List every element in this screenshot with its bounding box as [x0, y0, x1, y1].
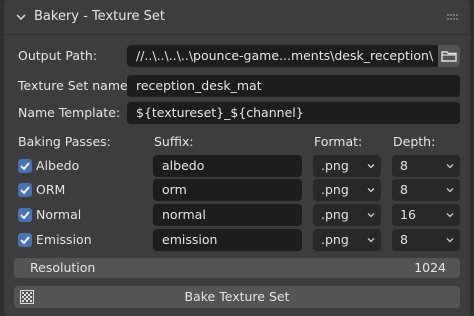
suffix-header: Suffix:: [154, 134, 194, 149]
normal-format-select[interactable]: .png: [313, 204, 381, 226]
normal-format-value: .png: [321, 207, 349, 222]
normal-checkbox[interactable]: [18, 208, 32, 222]
orm-format-value: .png: [321, 182, 349, 197]
albedo-depth-value: 8: [400, 158, 408, 173]
chevron-down-icon[interactable]: [14, 10, 28, 24]
orm-depth-select[interactable]: 8: [392, 179, 460, 201]
format-header: Format:: [314, 134, 363, 149]
name-template-input[interactable]: ${textureset}_${channel}: [127, 102, 460, 124]
output-path-label: Output Path:: [18, 48, 98, 63]
chevron-down-icon: [446, 213, 454, 218]
folder-icon: [441, 51, 457, 62]
texture-set-name-input[interactable]: reception_desk_mat: [127, 75, 460, 97]
chevron-down-icon: [446, 164, 454, 169]
emission-depth-select[interactable]: 8: [392, 229, 460, 251]
bake-button-label: Bake Texture Set: [184, 289, 290, 304]
chevron-down-icon: [367, 164, 375, 169]
output-path-input[interactable]: //..\..\..\..\pounce-game...ments\desk_r…: [127, 45, 438, 67]
orm-checkbox[interactable]: [18, 183, 32, 197]
normal-suffix-input[interactable]: normal: [153, 204, 302, 226]
albedo-format-select[interactable]: .png: [313, 155, 381, 177]
emission-format-value: .png: [321, 232, 349, 247]
browse-folder-button[interactable]: [438, 45, 460, 67]
albedo-label: Albedo: [36, 158, 80, 173]
orm-format-select[interactable]: .png: [313, 179, 381, 201]
baking-passes-header: Baking Passes:: [18, 134, 111, 149]
name-template-label: Name Template:: [18, 105, 121, 120]
normal-depth-select[interactable]: 16: [392, 204, 460, 226]
resolution-label: Resolution: [30, 260, 96, 275]
chevron-down-icon: [367, 238, 375, 243]
chevron-down-icon: [446, 238, 454, 243]
resolution-field[interactable]: Resolution 1024: [14, 258, 460, 278]
orm-suffix-input[interactable]: orm: [153, 179, 302, 201]
orm-label: ORM: [36, 182, 66, 197]
emission-suffix-input[interactable]: emission: [153, 229, 302, 251]
checkmark-icon: [20, 186, 30, 195]
albedo-suffix-input[interactable]: albedo: [153, 155, 302, 177]
albedo-depth-select[interactable]: 8: [392, 155, 460, 177]
normal-label: Normal: [36, 207, 82, 222]
emission-checkbox[interactable]: [18, 233, 32, 247]
chevron-down-icon: [367, 213, 375, 218]
checkmark-icon: [20, 162, 30, 171]
drag-grip-icon[interactable]: [446, 12, 460, 22]
bake-texture-set-button[interactable]: Bake Texture Set: [14, 286, 460, 308]
resolution-value: 1024: [414, 260, 446, 275]
emission-label: Emission: [36, 232, 92, 247]
emission-depth-value: 8: [400, 232, 408, 247]
checkmark-icon: [20, 211, 30, 220]
chevron-down-icon: [367, 188, 375, 193]
orm-depth-value: 8: [400, 182, 408, 197]
emission-format-select[interactable]: .png: [313, 229, 381, 251]
albedo-format-value: .png: [321, 158, 349, 173]
depth-header: Depth:: [393, 134, 436, 149]
panel-title: Bakery - Texture Set: [34, 9, 166, 24]
albedo-checkbox[interactable]: [18, 159, 32, 173]
normal-depth-value: 16: [400, 207, 416, 222]
checkmark-icon: [20, 236, 30, 245]
panel-header[interactable]: Bakery - Texture Set: [4, 0, 470, 35]
chevron-down-icon: [446, 188, 454, 193]
texture-set-name-label: Texture Set name:: [18, 78, 132, 93]
